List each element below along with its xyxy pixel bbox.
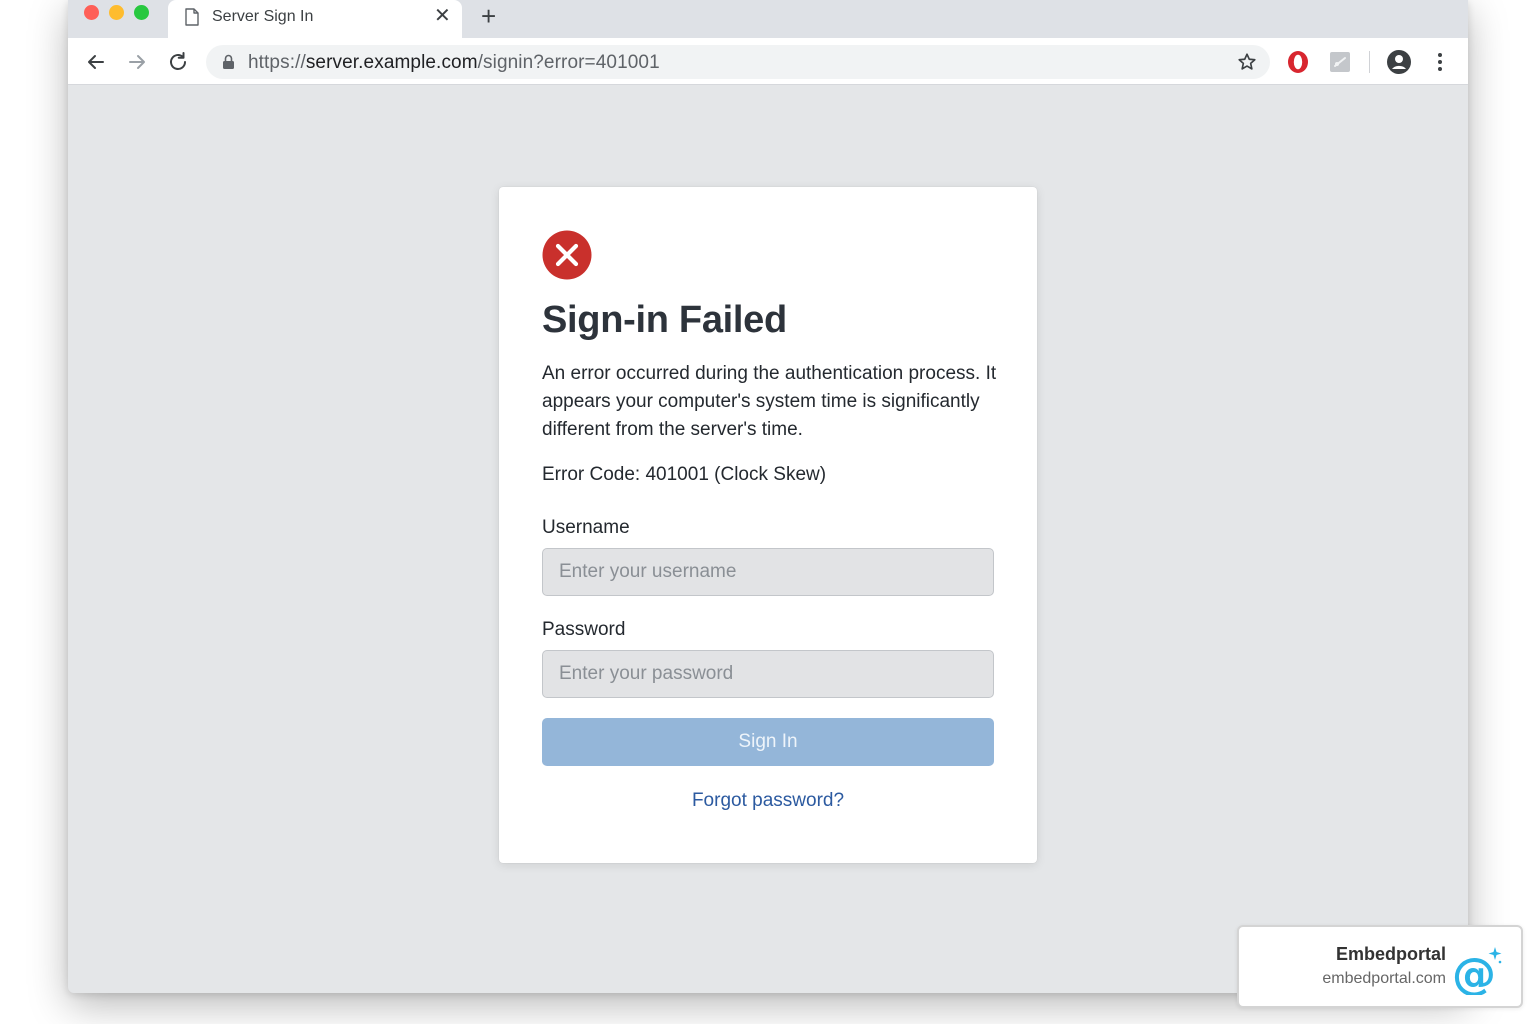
profile-icon[interactable]	[1386, 49, 1412, 75]
lock-icon	[223, 54, 234, 69]
url-scheme: https://	[248, 52, 306, 73]
reload-icon[interactable]	[166, 50, 190, 74]
password-input[interactable]	[542, 650, 994, 698]
document-icon	[185, 8, 199, 26]
url-text: https://server.example.com/signin?error=…	[248, 52, 660, 74]
maximize-window-button[interactable]	[134, 5, 149, 20]
url-path: /signin?error=401001	[477, 52, 660, 73]
error-code: Error Code: 401001 (Clock Skew)	[542, 464, 827, 485]
more-menu-icon[interactable]	[1427, 49, 1453, 75]
tab-strip: Server Sign In ✕ +	[68, 0, 1468, 38]
forgot-password-link[interactable]: Forgot password?	[499, 790, 1037, 812]
sign-in-button[interactable]: Sign In	[542, 718, 994, 766]
browser-window: Server Sign In ✕ + https://server.exampl…	[68, 0, 1468, 993]
new-tab-button[interactable]: +	[481, 2, 496, 30]
browser-toolbar: https://server.example.com/signin?error=…	[68, 38, 1468, 85]
sign-in-card: Sign-in Failed An error occurred during …	[499, 187, 1037, 863]
error-x-icon	[542, 230, 592, 280]
page-title: Sign-in Failed	[542, 299, 787, 341]
watermark-name: Embedportal	[1335, 944, 1446, 964]
toolbar-separator	[1369, 51, 1370, 73]
username-input[interactable]	[542, 548, 994, 596]
watermark-domain: embedportal.com	[1322, 970, 1446, 987]
tab-server-sign-in[interactable]: Server Sign In ✕	[168, 0, 462, 38]
forward-arrow-icon[interactable]	[125, 50, 149, 74]
puzzle-extension-icon[interactable]	[1327, 49, 1353, 75]
url-host: server.example.com	[305, 52, 478, 73]
bookmark-star-icon[interactable]	[1236, 51, 1258, 73]
tab-title: Server Sign In	[212, 8, 314, 25]
at-sign-logo-icon: @	[1452, 947, 1502, 995]
address-bar[interactable]: https://server.example.com/signin?error=…	[206, 45, 1270, 79]
opera-extension-icon[interactable]	[1285, 49, 1311, 75]
embedportal-watermark: Embedportal embedportal.com @	[1237, 925, 1523, 1008]
password-label: Password	[542, 619, 626, 640]
svg-text:@: @	[1452, 949, 1496, 995]
minimize-window-button[interactable]	[109, 5, 124, 20]
tab-close-icon[interactable]: ✕	[434, 6, 451, 26]
error-message: An error occurred during the authenticat…	[542, 363, 997, 440]
close-window-button[interactable]	[84, 5, 99, 20]
username-label: Username	[542, 517, 630, 538]
back-arrow-icon[interactable]	[84, 50, 108, 74]
